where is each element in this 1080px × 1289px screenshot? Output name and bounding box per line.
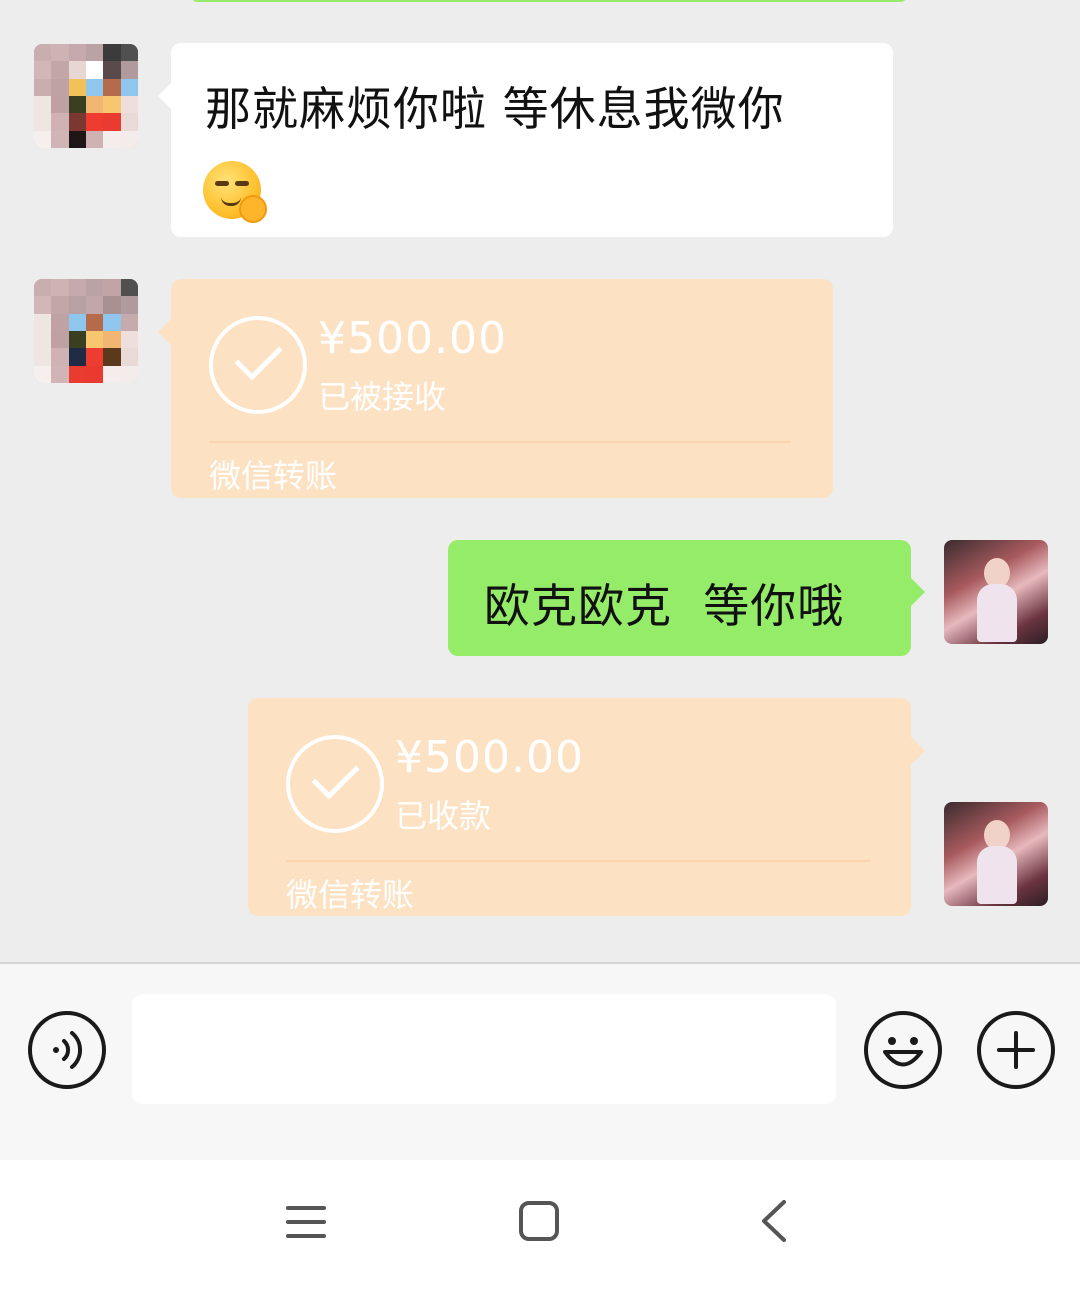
transfer-status: 已被接收 (318, 378, 447, 416)
bubble-tail (911, 578, 925, 606)
bubble-tail (158, 82, 172, 110)
transfer-card-sent[interactable]: ¥500.00 已收款 微信转账 (248, 698, 911, 916)
transfer-amount: ¥500.00 (318, 313, 507, 364)
chat-input-bar (0, 962, 1080, 1164)
check-circle-icon (209, 316, 307, 414)
message-bubble-received[interactable]: 那就麻烦你啦 等休息我微你 (171, 43, 893, 237)
transfer-amount: ¥500.00 (395, 732, 584, 783)
divider (286, 860, 871, 862)
user-avatar[interactable] (944, 802, 1048, 906)
bubble-tail (158, 318, 172, 346)
message-text: 欧克欧克 等你哦 (484, 579, 845, 633)
square-home-icon[interactable] (518, 1200, 560, 1242)
transfer-status: 已收款 (395, 797, 492, 835)
message-text: 那就麻烦你啦 等休息我微你 (205, 82, 785, 136)
bubble-tail (911, 737, 925, 765)
system-nav-bar (0, 1160, 1080, 1289)
previous-message-bubble (190, 0, 908, 2)
voice-icon[interactable] (28, 1011, 106, 1089)
message-bubble-sent[interactable]: 欧克欧克 等你哦 (448, 540, 911, 656)
plus-icon[interactable] (977, 1011, 1055, 1089)
contact-avatar[interactable] (34, 44, 138, 148)
back-chevron-icon[interactable] (756, 1198, 790, 1244)
divider (209, 441, 791, 443)
contact-avatar[interactable] (34, 279, 138, 383)
user-avatar[interactable] (944, 540, 1048, 644)
transfer-card-received[interactable]: ¥500.00 已被接收 微信转账 (171, 279, 833, 498)
smile-icon[interactable] (864, 1011, 942, 1089)
menu-icon[interactable] (286, 1202, 326, 1242)
check-circle-icon (286, 735, 384, 833)
transfer-label: 微信转账 (286, 876, 415, 914)
message-input[interactable] (132, 994, 836, 1104)
smirk-ok-hand-emoji-icon (203, 161, 267, 223)
transfer-label: 微信转账 (209, 457, 338, 495)
